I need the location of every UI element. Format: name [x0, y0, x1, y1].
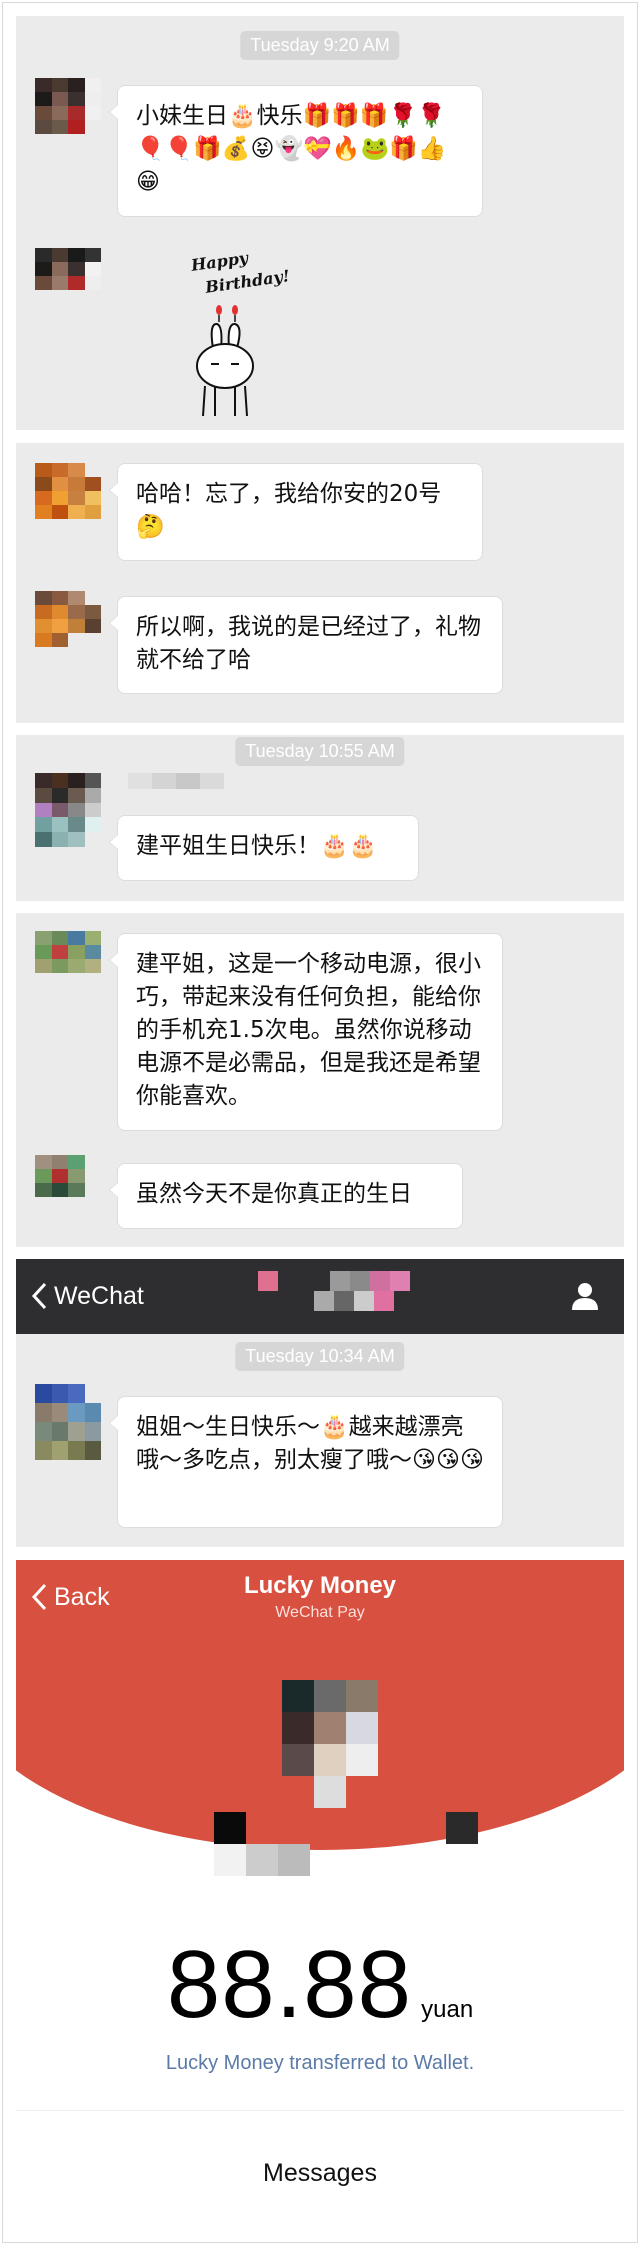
- message-bubble[interactable]: 哈哈！忘了，我给你安的20号🤔: [109, 463, 483, 561]
- message-text: 姐姐～生日快乐～🎂越来越漂亮哦～多吃点，别太瘦了哦～😘😘😘: [136, 1414, 484, 1473]
- avatar[interactable]: [35, 931, 101, 987]
- avatar[interactable]: [35, 463, 101, 519]
- lucky-money-title: Lucky Money: [243, 1572, 397, 1599]
- message-text: 建平姐，这是一个移动电源，很小巧，带起来没有任何负担，能给你的手机充1.5次电。…: [136, 951, 481, 1109]
- transfer-note-link[interactable]: Lucky Money transferred to Wallet.: [16, 2052, 624, 2075]
- message-text: 虽然今天不是你真正的生日: [136, 1181, 412, 1207]
- chevron-left-icon: [31, 1282, 47, 1310]
- chat-panel-2: 哈哈！忘了，我给你安的20号🤔 所以啊，我说的是已经过了，礼物就不给了哈: [16, 443, 624, 723]
- message-text: 建平姐生日快乐！🎂🎂: [136, 833, 378, 859]
- timestamp: Tuesday 9:20 AM: [240, 31, 400, 60]
- user-icon[interactable]: [570, 1281, 600, 1311]
- birthday-bunny-sticker[interactable]: Happy Birthday!: [171, 248, 291, 417]
- avatar[interactable]: [35, 591, 101, 647]
- message-text: 哈哈！忘了，我给你安的20号🤔: [136, 481, 442, 540]
- chat-panel-3: Tuesday 10:55 AM 建平姐生日快乐！🎂🎂: [16, 735, 624, 901]
- amount-row: 88.88 yuan: [16, 1930, 624, 2040]
- chat-panel-1: Tuesday 9:20 AM 小妹生日🎂快乐🎁🎁🎁🌹🌹🎈🎈🎁💰😝👻💝🔥🐸🎁👍😁…: [16, 16, 624, 430]
- chat-panel-5: Tuesday 10:34 AM 姐姐～生日快乐～🎂越来越漂亮哦～多吃点，别太瘦…: [16, 1334, 624, 1547]
- avatar[interactable]: [35, 1155, 101, 1211]
- messages-link[interactable]: Messages: [16, 2159, 624, 2188]
- message-bubble[interactable]: 小妹生日🎂快乐🎁🎁🎁🌹🌹🎈🎈🎁💰😝👻💝🔥🐸🎁👍😁: [109, 85, 483, 217]
- wechat-nav-bar: WeChat: [16, 1259, 624, 1334]
- amount-value: 88.88: [166, 1931, 413, 2038]
- message-bubble[interactable]: 建平姐，这是一个移动电源，很小巧，带起来没有任何负担，能给你的手机充1.5次电。…: [109, 933, 503, 1131]
- message-text: 小妹生日🎂快乐🎁🎁🎁🌹🌹🎈🎈🎁💰😝👻💝🔥🐸🎁👍😁: [136, 103, 447, 195]
- lucky-money-panel: Back Lucky Money WeChat Pay 88.88 yuan L…: [16, 1560, 624, 2105]
- avatar[interactable]: [35, 773, 101, 847]
- timestamp: Tuesday 10:34 AM: [235, 1342, 405, 1371]
- back-label: WeChat: [54, 1281, 144, 1310]
- wechat-pay-subtitle: WeChat Pay: [275, 1604, 365, 1621]
- message-text: 所以啊，我说的是已经过了，礼物就不给了哈: [136, 614, 481, 673]
- amount-unit: yuan: [421, 1996, 474, 2023]
- sender-name-blurred: [128, 773, 224, 789]
- sticker-text: Happy: [189, 248, 250, 275]
- timestamp: Tuesday 10:55 AM: [235, 737, 405, 766]
- message-bubble[interactable]: 建平姐生日快乐！🎂🎂: [109, 815, 419, 881]
- avatar[interactable]: [35, 1384, 101, 1460]
- message-bubble[interactable]: 虽然今天不是你真正的生日: [109, 1163, 463, 1229]
- messages-row[interactable]: Messages: [16, 2110, 624, 2230]
- avatar[interactable]: [35, 78, 101, 134]
- back-button[interactable]: WeChat: [30, 1281, 144, 1311]
- avatar[interactable]: [35, 248, 101, 304]
- bunny-icon: [196, 305, 254, 417]
- message-bubble[interactable]: 姐姐～生日快乐～🎂越来越漂亮哦～多吃点，别太瘦了哦～😘😘😘: [109, 1396, 503, 1528]
- message-bubble[interactable]: 所以啊，我说的是已经过了，礼物就不给了哈: [109, 596, 503, 694]
- chat-panel-4: 建平姐，这是一个移动电源，很小巧，带起来没有任何负担，能给你的手机充1.5次电。…: [16, 913, 624, 1247]
